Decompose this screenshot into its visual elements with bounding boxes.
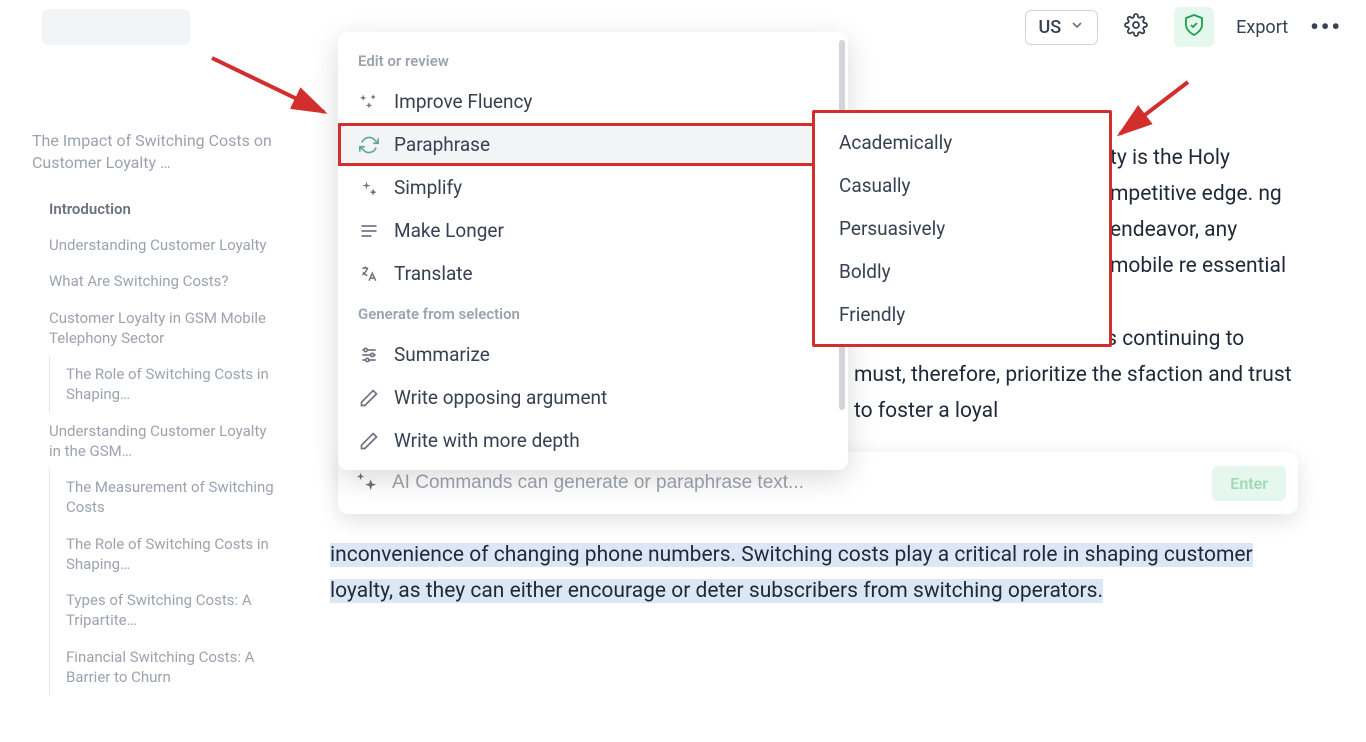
body-fragment-1: ty is the Holy mpetitive edge. ng endeav… — [1110, 140, 1300, 284]
settings-button[interactable] — [1116, 7, 1156, 47]
sliders-icon — [358, 344, 380, 366]
outline-item[interactable]: What Are Switching Costs? — [49, 263, 282, 299]
more-menu-button[interactable]: ••• — [1310, 13, 1342, 41]
ai-context-menu: Edit or review Improve Fluency Paraphrase… — [338, 32, 848, 470]
outline-item[interactable]: The Role of Switching Costs in Shaping… — [66, 356, 282, 413]
annotation-arrow-left — [206, 52, 336, 132]
translate-icon — [358, 263, 380, 285]
pencil-icon — [358, 387, 380, 409]
menu-item-paraphrase[interactable]: Paraphrase — [338, 123, 848, 166]
submenu-item-friendly[interactable]: Friendly — [815, 293, 1109, 336]
chevron-down-icon — [1069, 17, 1085, 38]
submenu-item-academically[interactable]: Academically — [815, 121, 1109, 164]
pencil-icon — [358, 430, 380, 452]
language-select[interactable]: US — [1025, 10, 1098, 45]
menu-item-label: Make Longer — [394, 219, 504, 242]
submenu-item-persuasively[interactable]: Persuasively — [815, 207, 1109, 250]
topbar-right: US Export ••• — [1025, 7, 1342, 47]
outline-item[interactable]: Types of Switching Costs: A Tripartite… — [66, 582, 282, 639]
menu-item-label: Improve Fluency — [394, 90, 532, 113]
menu-item-label: Translate — [394, 262, 473, 285]
refresh-icon — [358, 134, 380, 156]
menu-item-label: Summarize — [394, 343, 490, 366]
sparkle-plus-icon — [358, 177, 380, 199]
section-edit-label: Edit or review — [338, 48, 848, 80]
outline-item[interactable]: The Measurement of Switching Costs — [66, 469, 282, 526]
outline-item[interactable]: The Role of Switching Costs in Shaping… — [66, 526, 282, 583]
lines-icon — [358, 220, 380, 242]
submenu-item-boldly[interactable]: Boldly — [815, 250, 1109, 293]
language-label: US — [1038, 17, 1061, 38]
menu-item-label: Paraphrase — [394, 133, 490, 156]
menu-item-label: Write with more depth — [394, 429, 580, 452]
outline-item[interactable]: Introduction — [49, 191, 282, 227]
submenu-item-casually[interactable]: Casually — [815, 164, 1109, 207]
paraphrase-submenu: AcademicallyCasuallyPersuasivelyBoldlyFr… — [812, 110, 1112, 347]
outline-item[interactable]: Financial Switching Costs: A Barrier to … — [66, 639, 282, 696]
sparkle-icon — [356, 470, 378, 496]
topbar-placeholder — [42, 9, 190, 45]
section-generate-label: Generate from selection — [338, 295, 848, 333]
shield-button[interactable] — [1174, 7, 1214, 47]
outline-item[interactable]: Customer Loyalty in GSM Mobile Telephony… — [49, 300, 282, 357]
menu-item-write-opposing-argument[interactable]: Write opposing argument — [338, 376, 848, 419]
outline: IntroductionUnderstanding Customer Loyal… — [32, 191, 282, 695]
body-fragment-3-highlighted: inconvenience of changing phone numbers.… — [330, 543, 1253, 603]
menu-item-write-with-more-depth[interactable]: Write with more depth — [338, 419, 848, 462]
menu-item-label: Simplify — [394, 176, 462, 199]
more-horizontal-icon: ••• — [1310, 13, 1342, 41]
gear-icon — [1124, 13, 1148, 41]
outline-item[interactable]: Understanding Customer Loyalty — [49, 227, 282, 263]
menu-item-label: Write opposing argument — [394, 386, 607, 409]
sidebar: The Impact of Switching Costs on Custome… — [32, 130, 282, 695]
enter-button[interactable]: Enter — [1212, 466, 1286, 501]
menu-item-simplify[interactable]: Simplify — [338, 166, 848, 209]
sparkle-icon — [358, 91, 380, 113]
menu-item-summarize[interactable]: Summarize — [338, 333, 848, 376]
ai-command-input[interactable] — [392, 472, 1198, 494]
outline-item[interactable]: Understanding Customer Loyalty in the GS… — [49, 413, 282, 470]
menu-item-translate[interactable]: Translate — [338, 252, 848, 295]
menu-item-improve-fluency[interactable]: Improve Fluency — [338, 80, 848, 123]
document-title[interactable]: The Impact of Switching Costs on Custome… — [32, 130, 282, 175]
menu-item-make-longer[interactable]: Make Longer — [338, 209, 848, 252]
shield-check-icon — [1182, 13, 1206, 41]
export-button[interactable]: Export — [1232, 11, 1292, 44]
